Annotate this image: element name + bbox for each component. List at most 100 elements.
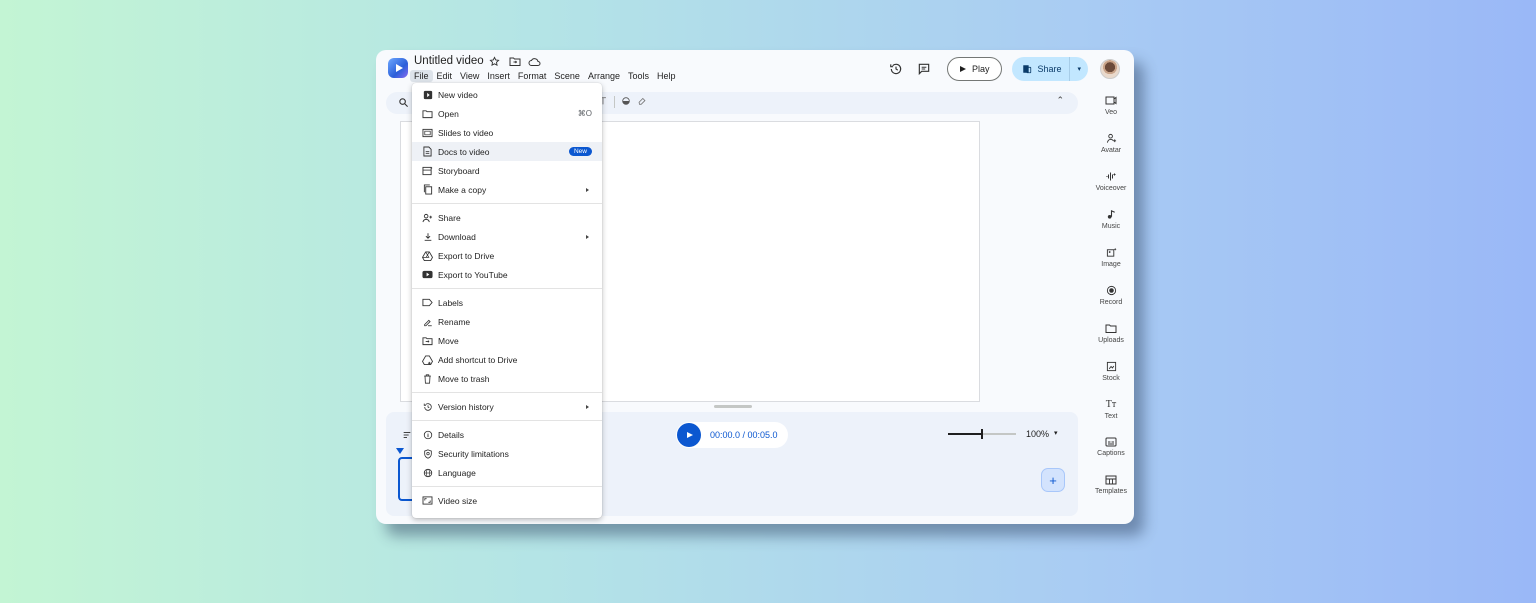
right-rail: Veo Avatar Voiceover Music Image Record … <box>1088 92 1134 510</box>
storyboard-icon <box>422 165 433 176</box>
menu-item-label: Share <box>438 212 461 223</box>
playhead-marker[interactable] <box>396 448 404 454</box>
info-icon <box>422 429 433 440</box>
timeline-settings-icon[interactable] <box>402 430 412 440</box>
search-menus-icon[interactable] <box>398 97 409 108</box>
menu-item-label: Version history <box>438 401 494 412</box>
person-add-icon <box>422 212 433 223</box>
menu-divider <box>412 392 602 393</box>
menu-help[interactable]: Help <box>653 70 680 82</box>
version-history-icon[interactable] <box>887 60 905 78</box>
resize-handle[interactable] <box>714 405 752 408</box>
rail-item-record[interactable]: Record <box>1088 282 1134 320</box>
menu-item-export-to-youtube[interactable]: Export to YouTube <box>412 265 602 284</box>
rail-item-captions[interactable]: Captions <box>1088 434 1134 472</box>
play-label: Play <box>971 64 990 74</box>
menu-item-label: Add shortcut to Drive <box>438 354 518 365</box>
share-button[interactable]: Share ▾ <box>1012 57 1088 81</box>
document-title[interactable]: Untitled video <box>414 55 484 67</box>
avatar[interactable] <box>1100 59 1120 79</box>
play-button[interactable]: Play <box>946 57 1003 81</box>
menu-item-move-to-trash[interactable]: Move to trash <box>412 369 602 388</box>
menu-view[interactable]: View <box>456 70 483 82</box>
voiceover-icon <box>1106 172 1116 181</box>
menu-item-video-size[interactable]: Video size <box>412 491 602 510</box>
menu-item-label: Security limitations <box>438 448 509 459</box>
menu-item-rename[interactable]: Rename <box>412 312 602 331</box>
menu-tools[interactable]: Tools <box>624 70 653 82</box>
fill-color-icon[interactable] <box>621 96 631 108</box>
rail-item-veo[interactable]: Veo <box>1088 92 1134 130</box>
menu-item-version-history[interactable]: Version history <box>412 397 602 416</box>
zoom-slider[interactable] <box>948 429 1016 439</box>
menu-scene[interactable]: Scene <box>550 70 584 82</box>
rail-item-image[interactable]: Image <box>1088 244 1134 282</box>
playback-controls: 00:00.0 / 00:05.0 <box>676 422 788 448</box>
rail-item-avatar[interactable]: Avatar <box>1088 130 1134 168</box>
share-dropdown-icon[interactable]: ▾ <box>1070 65 1088 73</box>
play-icon <box>687 432 693 438</box>
submenu-arrow-icon <box>586 234 589 239</box>
menu-item-new-video[interactable]: New video <box>412 85 602 104</box>
move-folder-icon[interactable] <box>508 55 521 68</box>
scene-clip[interactable] <box>398 457 412 501</box>
menu-item-label: Language <box>438 467 476 478</box>
menu-item-label: Move <box>438 335 459 346</box>
menu-insert[interactable]: Insert <box>483 70 514 82</box>
star-icon[interactable] <box>488 55 501 68</box>
menu-item-labels[interactable]: Labels <box>412 293 602 312</box>
menu-item-share[interactable]: Share <box>412 208 602 227</box>
comments-icon[interactable] <box>915 60 933 78</box>
menu-item-slides-to-video[interactable]: Slides to video <box>412 123 602 142</box>
youtube-icon <box>422 269 433 280</box>
shortcut-label: ⌘O <box>577 109 592 118</box>
new-video-icon <box>422 89 433 100</box>
rail-label: Text <box>1104 413 1118 420</box>
zoom-label: 100% <box>1026 429 1050 439</box>
menu-item-details[interactable]: Details <box>412 425 602 444</box>
rail-item-templates[interactable]: Templates <box>1088 472 1134 510</box>
rail-label: Stock <box>1102 375 1120 382</box>
menu-item-docs-to-video[interactable]: Docs to video New <box>412 142 602 161</box>
drive-icon <box>422 250 433 261</box>
rail-item-music[interactable]: Music <box>1088 206 1134 244</box>
templates-icon <box>1105 475 1117 485</box>
menu-item-add-shortcut-to-drive[interactable]: Add shortcut to Drive <box>412 350 602 369</box>
zoom-slider-thumb[interactable] <box>981 429 983 439</box>
menu-item-open[interactable]: Open ⌘O <box>412 104 602 123</box>
menu-item-move[interactable]: Move <box>412 331 602 350</box>
menu-item-label: Storyboard <box>438 165 480 176</box>
menu-item-security-limitations[interactable]: Security limitations <box>412 444 602 463</box>
menu-item-make-a-copy[interactable]: Make a copy <box>412 180 602 199</box>
menu-item-label: Make a copy <box>438 184 487 195</box>
lock-icon <box>1023 65 1032 74</box>
rail-item-voiceover[interactable]: Voiceover <box>1088 168 1134 206</box>
menu-file[interactable]: File <box>410 70 433 82</box>
clear-formatting-icon[interactable] <box>637 96 647 108</box>
collapse-toolbar-icon[interactable]: ⌃ <box>1056 95 1064 106</box>
record-icon <box>1106 285 1116 296</box>
file-menu: New video Open ⌘O Slides to video Docs t… <box>412 83 602 518</box>
menu-arrange[interactable]: Arrange <box>584 70 624 82</box>
vids-logo-icon[interactable] <box>388 58 408 78</box>
menu-edit[interactable]: Edit <box>433 70 457 82</box>
rail-item-uploads[interactable]: Uploads <box>1088 320 1134 358</box>
menu-item-export-to-drive[interactable]: Export to Drive <box>412 246 602 265</box>
menu-item-label: Export to Drive <box>438 250 495 261</box>
doc-icon <box>422 146 433 157</box>
zoom-select[interactable]: 100% ▾ <box>1026 429 1058 439</box>
menu-format[interactable]: Format <box>514 70 551 82</box>
slides-icon <box>422 127 433 138</box>
rail-item-stock[interactable]: Stock <box>1088 358 1134 396</box>
add-scene-button[interactable]: + <box>1041 468 1065 492</box>
menu-item-download[interactable]: Download <box>412 227 602 246</box>
menu-item-language[interactable]: Language <box>412 463 602 482</box>
menu-item-label: Export to YouTube <box>438 269 508 280</box>
rail-item-text[interactable]: Tт Text <box>1088 396 1134 434</box>
rail-label: Voiceover <box>1095 185 1127 192</box>
music-icon <box>1107 209 1115 219</box>
cloud-status-icon[interactable] <box>528 55 541 68</box>
image-icon <box>1106 247 1117 257</box>
timeline-play-button[interactable] <box>677 423 701 447</box>
menu-item-storyboard[interactable]: Storyboard <box>412 161 602 180</box>
